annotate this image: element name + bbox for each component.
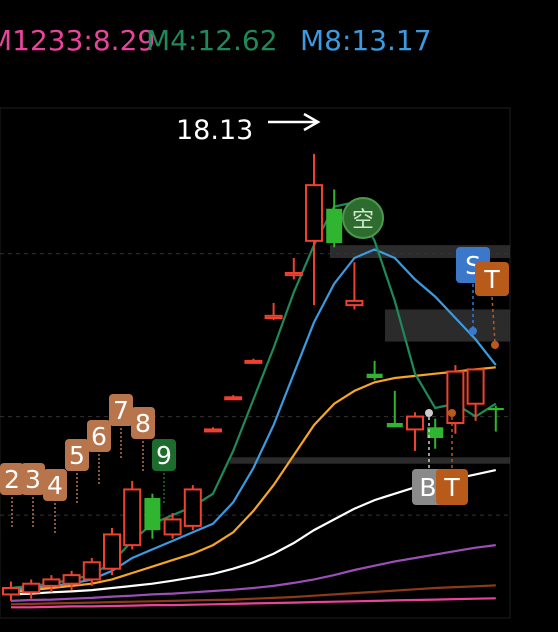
candle-1 [22, 579, 41, 599]
svg-text:6: 6 [91, 422, 107, 451]
candle-16 [326, 189, 343, 248]
count-badge-5: 5 [65, 439, 89, 503]
count-badge-4: 4 [43, 469, 67, 533]
svg-text:2: 2 [4, 465, 20, 494]
candle-22 [446, 365, 465, 434]
candle-11 [224, 395, 243, 401]
svg-text:空: 空 [352, 208, 374, 233]
peak-value-label: 18.13 [176, 115, 253, 146]
candle-7 [144, 493, 161, 539]
candle-13 [264, 303, 283, 321]
candle-0 [2, 581, 20, 601]
candle-18 [366, 360, 383, 381]
candle-20 [406, 412, 424, 451]
count-badge-6: 6 [87, 420, 111, 484]
svg-text:5: 5 [69, 441, 85, 470]
svg-text:T: T [443, 473, 460, 502]
moving-average-lines [10, 201, 497, 609]
candle-5 [103, 528, 121, 576]
ma-line-1 [10, 201, 497, 590]
count-badge-2: 2 [0, 463, 24, 527]
candle-10 [204, 427, 222, 433]
count-badge-7: 7 [109, 394, 133, 458]
count-badge-9: 9 [152, 439, 176, 503]
candle-19 [386, 390, 403, 428]
svg-text:B: B [419, 473, 436, 502]
candle-2 [42, 575, 61, 593]
svg-text:8: 8 [135, 409, 151, 438]
candlestick-chart[interactable]: 2 3 4567 89S TB T空 18.13 [0, 0, 558, 632]
count-badge-3: 3 [21, 463, 45, 527]
svg-text:T: T [483, 265, 500, 294]
candle-17 [345, 262, 364, 310]
peak-annotation: 18.13 [176, 112, 321, 146]
candles [2, 153, 504, 601]
svg-text:9: 9 [156, 441, 172, 470]
candle-14 [284, 258, 303, 280]
price-band-2 [230, 457, 510, 464]
candle-9 [183, 485, 202, 531]
candle-6 [123, 480, 142, 550]
count-badge-8: 8 [131, 407, 155, 471]
candle-12 [244, 358, 263, 364]
svg-text:3: 3 [25, 465, 41, 494]
svg-text:7: 7 [113, 396, 129, 425]
candle-15 [305, 153, 323, 306]
kong-signal-badge: 空 [342, 197, 384, 239]
candle-24 [487, 405, 504, 432]
svg-text:4: 4 [47, 471, 63, 500]
right-arrow-icon [268, 112, 321, 132]
